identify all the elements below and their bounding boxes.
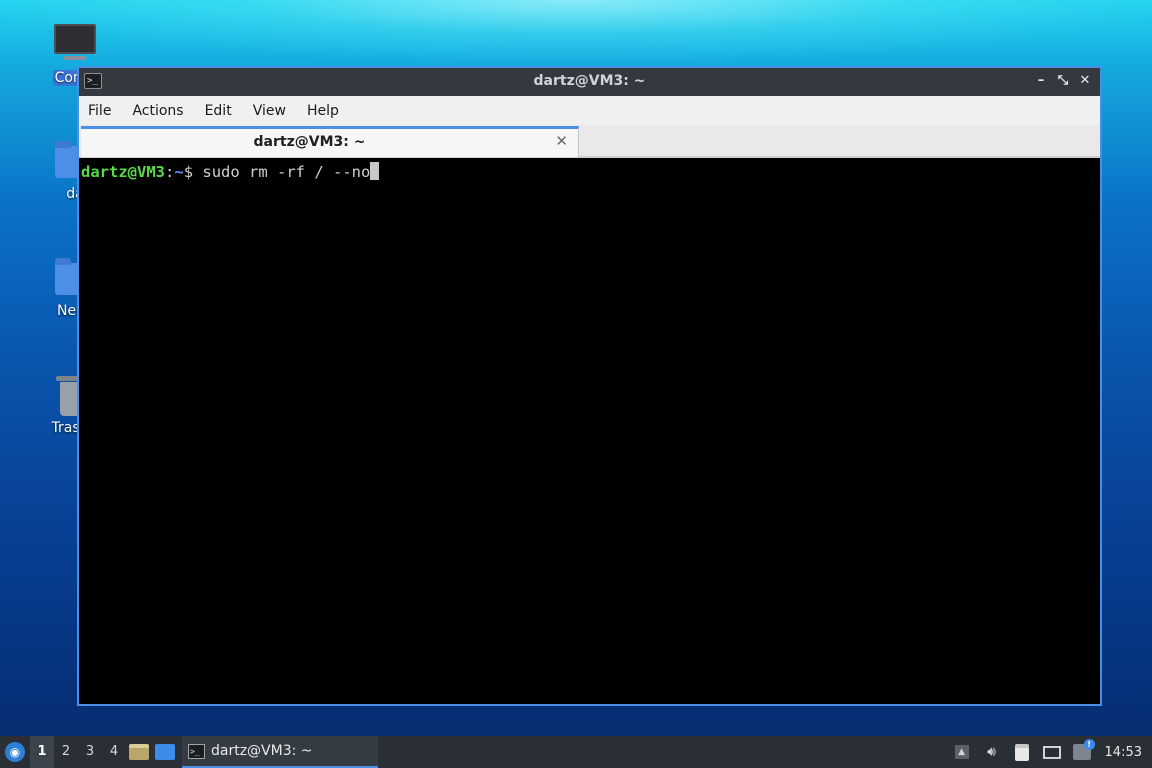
clock[interactable]: 14:53 — [1097, 745, 1152, 760]
menu-actions[interactable]: Actions — [132, 103, 193, 119]
tab-bar: dartz@VM3: ~ ✕ — [79, 125, 1100, 158]
file-manager-launcher[interactable] — [126, 736, 152, 768]
terminal-output[interactable]: dartz@VM3:~$ sudo rm -rf / --no — [79, 160, 1100, 704]
window-titlebar[interactable]: >_ dartz@VM3: ~ – ⤡ ✕ — [79, 68, 1100, 96]
clipboard-icon — [1014, 743, 1029, 761]
task-label: dartz@VM3: ~ — [211, 743, 313, 759]
desktop-switch-4[interactable]: 4 — [102, 736, 126, 768]
minimize-button[interactable]: – — [1032, 72, 1050, 90]
desktop-switch-3[interactable]: 3 — [78, 736, 102, 768]
command-text: sudo rm -rf / --no — [202, 163, 371, 181]
close-button[interactable]: ✕ — [1076, 72, 1094, 90]
maximize-button[interactable]: ⤡ — [1054, 72, 1072, 90]
volume-icon: 🔊︎ — [987, 744, 996, 760]
prompt-path: ~ — [174, 163, 184, 181]
network-icon — [1042, 745, 1061, 759]
update-notifier-icon — [1072, 739, 1095, 760]
tab-terminal[interactable]: dartz@VM3: ~ ✕ — [81, 126, 579, 157]
window-controls: – ⤡ ✕ — [1032, 72, 1094, 90]
update-notifier-button[interactable] — [1067, 736, 1097, 768]
terminal-icon: >_ — [188, 743, 205, 759]
file-manager-icon — [129, 744, 149, 760]
tab-title: dartz@VM3: ~ — [253, 134, 366, 150]
window-title: dartz@VM3: ~ — [533, 73, 646, 89]
prompt-symbol: $ — [183, 163, 203, 181]
show-desktop-icon — [155, 744, 175, 760]
menu-help[interactable]: Help — [307, 103, 349, 119]
menu-edit[interactable]: Edit — [205, 103, 242, 119]
tray-expand-button[interactable]: ▲ — [947, 736, 977, 768]
tray-expand-icon: ▲ — [954, 745, 969, 759]
show-desktop-launcher[interactable] — [152, 736, 178, 768]
clipboard-button[interactable] — [1007, 736, 1037, 768]
menu-bar: File Actions Edit View Help — [79, 96, 1100, 125]
computer-icon — [54, 24, 96, 66]
tab-close-icon[interactable]: ✕ — [555, 132, 568, 150]
menu-file[interactable]: File — [88, 103, 121, 119]
terminal-window: >_ dartz@VM3: ~ – ⤡ ✕ File Actions Edit … — [77, 66, 1102, 706]
desktop-switch-1[interactable]: 1 — [30, 736, 54, 768]
volume-button[interactable]: 🔊︎ — [977, 736, 1007, 768]
taskbar: ◉ 1 2 3 4 >_ dartz@VM3: ~ ▲ 🔊︎ 14:53 — [0, 736, 1152, 768]
menu-view[interactable]: View — [253, 103, 296, 119]
prompt-user-host: dartz@VM3 — [81, 163, 165, 181]
text-cursor — [370, 162, 380, 180]
desktop-switch-2[interactable]: 2 — [54, 736, 78, 768]
network-button[interactable] — [1037, 736, 1067, 768]
lubuntu-logo-icon: ◉ — [5, 742, 25, 762]
wallpaper-highlight — [0, 0, 1152, 60]
taskbar-task-terminal[interactable]: >_ dartz@VM3: ~ — [182, 736, 378, 768]
start-menu-button[interactable]: ◉ — [0, 736, 30, 768]
prompt-separator: : — [165, 163, 175, 181]
system-tray: ▲ 🔊︎ 14:53 — [947, 736, 1152, 768]
